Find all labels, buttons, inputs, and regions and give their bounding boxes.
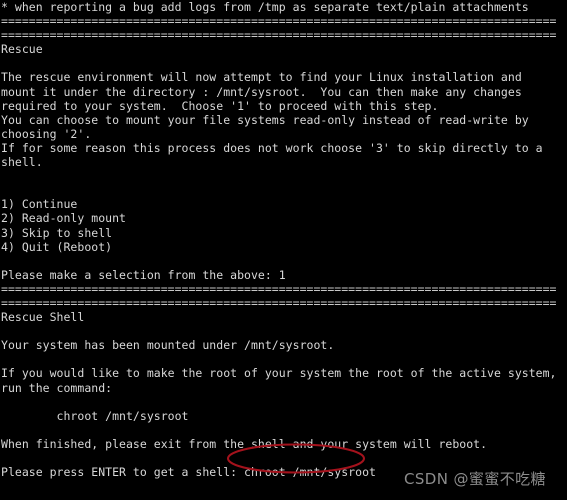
terminal-line: Please make a selection from the above: … [1,267,286,282]
terminal-line: 2) Read-only mount [1,211,126,226]
terminal-separator-line: ========================================… [1,14,557,29]
terminal-line: required to your system. Choose '1' to p… [1,98,439,113]
rescue-mode-terminal-screen: * when reporting a bug add logs from /tm… [0,0,567,500]
terminal-line: run the command: [1,380,113,395]
terminal-line: Rescue Shell [1,310,85,325]
terminal-separator-line: ========================================… [1,295,557,310]
terminal-line: chroot /mnt/sysroot [1,408,189,423]
terminal-separator-line: ========================================… [1,281,557,296]
terminal-line: If you would like to make the root of yo… [1,366,557,381]
terminal-separator-line: ========================================… [1,28,557,43]
terminal-line: mount it under the directory : /mnt/sysr… [1,84,522,99]
terminal-line: Rescue [1,42,43,57]
terminal-line: If for some reason this process does not… [1,140,543,155]
csdn-watermark: CSDN @蜜蜜不吃糖 [404,470,546,488]
terminal-line: 4) Quit (Reboot) [1,239,113,254]
terminal-line: * when reporting a bug add logs from /tm… [1,0,529,14]
terminal-line: choosing '2'. [1,126,92,141]
terminal-line: 3) Skip to shell [1,225,113,240]
terminal-line: When finished, please exit from the shel… [1,436,488,451]
terminal-line: Your system has been mounted under /mnt/… [1,338,335,353]
terminal-line: The rescue environment will now attempt … [1,70,522,85]
terminal-output[interactable]: * when reporting a bug add logs from /tm… [0,0,567,479]
terminal-line: shell. [1,155,43,170]
terminal-line: 1) Continue [1,197,78,212]
terminal-line: You can choose to mount your file system… [1,112,529,127]
